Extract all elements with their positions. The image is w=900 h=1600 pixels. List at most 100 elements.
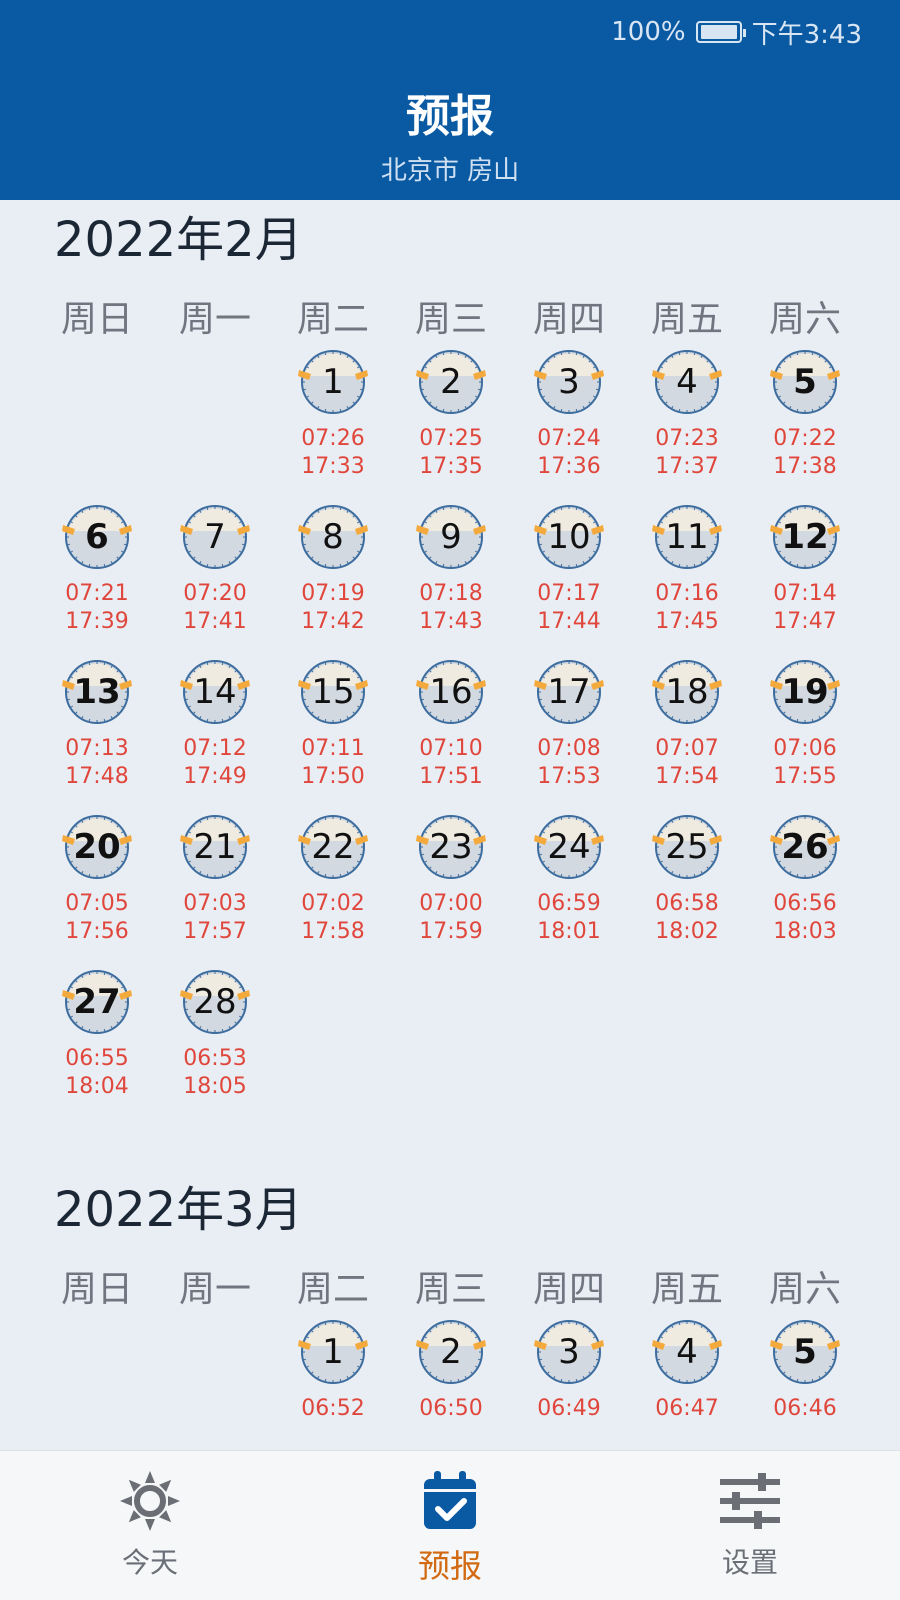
day-cell[interactable]: 16 07:10 17:51 — [392, 660, 510, 810]
day-cell[interactable]: 12 07:14 17:47 — [746, 505, 864, 655]
status-bar: 100% 下午3:43 — [611, 14, 862, 50]
nav-settings[interactable]: 设置 — [650, 1469, 850, 1581]
sunrise-time: 07:26 — [301, 426, 365, 451]
day-cell[interactable]: 1 07:26 17:33 — [274, 350, 392, 500]
day-number: 6 — [85, 517, 109, 557]
day-number: 2 — [440, 1332, 462, 1372]
day-cell[interactable]: 21 07:03 17:57 — [156, 815, 274, 965]
day-cell[interactable]: 14 07:12 17:49 — [156, 660, 274, 810]
day-cell[interactable]: 25 06:58 18:02 — [628, 815, 746, 965]
day-cell[interactable]: 18 07:07 17:54 — [628, 660, 746, 810]
sunrise-time: 06:47 — [655, 1396, 719, 1421]
day-number: 27 — [73, 982, 121, 1022]
day-number: 20 — [73, 827, 121, 867]
day-cell[interactable]: 5 07:22 17:38 — [746, 350, 864, 500]
day-number: 4 — [676, 1332, 698, 1372]
day-number: 14 — [193, 672, 237, 712]
day-cell[interactable]: 10 07:17 17:44 — [510, 505, 628, 655]
day-cell[interactable]: 8 07:19 17:42 — [274, 505, 392, 655]
weekday-label: 周一 — [178, 1269, 251, 1310]
day-cell[interactable]: 24 06:59 18:01 — [510, 815, 628, 965]
sunrise-time: 07:16 — [655, 581, 719, 606]
sunrise-time: 07:00 — [419, 891, 483, 916]
sunset-time: 17:55 — [773, 764, 837, 789]
sunset-time: 17:51 — [419, 764, 483, 789]
sunrise-time: 07:22 — [773, 426, 837, 451]
weekday-label: 周五 — [650, 299, 723, 340]
day-number: 4 — [676, 362, 698, 402]
nav-label: 预报 — [417, 1547, 482, 1585]
day-cell[interactable]: 9 07:18 17:43 — [392, 505, 510, 655]
day-cell[interactable]: 17 07:08 17:53 — [510, 660, 628, 810]
day-cell[interactable]: 2 07:25 17:35 — [392, 350, 510, 500]
day-cell[interactable]: 20 07:05 17:56 — [38, 815, 156, 965]
day-cell[interactable]: 26 06:56 18:03 — [746, 815, 864, 965]
sunset-time: 17:43 — [419, 609, 483, 634]
day-cell[interactable]: 4 06:47 — [628, 1320, 746, 1450]
day-cell[interactable]: 13 07:13 17:48 — [38, 660, 156, 810]
day-cell[interactable]: 6 07:21 17:39 — [38, 505, 156, 655]
day-number: 28 — [193, 982, 237, 1022]
day-number: 22 — [311, 827, 355, 867]
day-cell[interactable]: 15 07:11 17:50 — [274, 660, 392, 810]
day-number: 17 — [547, 672, 591, 712]
day-cell[interactable]: 23 07:00 17:59 — [392, 815, 510, 965]
day-number: 2 — [440, 362, 462, 402]
location-label[interactable]: 北京市 房山 — [0, 150, 900, 187]
day-number: 26 — [781, 827, 829, 867]
sunrise-time: 07:02 — [301, 891, 365, 916]
sunset-time: 17:59 — [419, 919, 483, 944]
sunset-time: 17:35 — [419, 454, 483, 479]
day-number: 23 — [429, 827, 473, 867]
weekday-label: 周五 — [650, 1269, 723, 1310]
sunrise-time: 07:18 — [419, 581, 483, 606]
month-title: 2022年2月 — [54, 212, 303, 268]
day-cell[interactable]: 5 06:46 — [746, 1320, 864, 1450]
weekday-label: 周四 — [532, 1269, 605, 1310]
calendar-scroll[interactable]: 2022年2月 周日 周一 周二 周三 周四 周五 周六 1 07:26 17:33… — [0, 200, 900, 1450]
sunrise-time: 07:07 — [655, 736, 719, 761]
weekday-label: 周三 — [414, 1269, 487, 1310]
sunset-time: 18:04 — [65, 1074, 129, 1099]
weekday-header: 周日 周一 周二 周三 周四 周五 周六 — [38, 290, 864, 342]
sunset-time: 17:42 — [301, 609, 365, 634]
day-cell[interactable]: 3 07:24 17:36 — [510, 350, 628, 500]
day-cell[interactable]: 22 07:02 17:58 — [274, 815, 392, 965]
day-cell[interactable]: 3 06:49 — [510, 1320, 628, 1450]
sunset-time: 17:57 — [183, 919, 247, 944]
sun-icon — [120, 1471, 180, 1531]
day-cell[interactable]: 7 07:20 17:41 — [156, 505, 274, 655]
sunrise-time: 07:05 — [65, 891, 129, 916]
clock: 下午3:43 — [751, 19, 862, 50]
sliders-icon — [720, 1473, 780, 1529]
weekday-label: 周日 — [60, 1269, 133, 1310]
day-number: 12 — [781, 517, 829, 557]
day-cell[interactable]: 1 06:52 — [274, 1320, 392, 1450]
sunset-time: 17:37 — [655, 454, 719, 479]
weekday-label: 周三 — [414, 299, 487, 340]
sunrise-time: 06:56 — [773, 891, 837, 916]
sunrise-time: 06:53 — [183, 1046, 247, 1071]
day-cell[interactable]: 27 06:55 18:04 — [38, 970, 156, 1120]
day-cell[interactable]: 28 06:53 18:05 — [156, 970, 274, 1120]
day-cell[interactable]: 19 07:06 17:55 — [746, 660, 864, 810]
nav-today[interactable]: 今天 — [50, 1469, 250, 1581]
day-number: 19 — [781, 672, 829, 712]
weekday-label: 周六 — [768, 299, 841, 340]
calendar-check-icon — [424, 1471, 476, 1529]
day-cell[interactable]: 2 06:50 — [392, 1320, 510, 1450]
nav-forecast[interactable]: 预报 — [350, 1469, 550, 1587]
weekday-label: 周二 — [296, 299, 369, 340]
nav-label: 设置 — [721, 1546, 778, 1579]
day-number: 10 — [547, 517, 591, 557]
sunrise-time: 07:06 — [773, 736, 837, 761]
day-cell[interactable]: 4 07:23 17:37 — [628, 350, 746, 500]
day-number: 5 — [793, 1332, 817, 1372]
sunrise-time: 07:23 — [655, 426, 719, 451]
bottom-nav: 今天 预报 设置 — [0, 1450, 900, 1600]
sunrise-time: 07:08 — [537, 736, 601, 761]
day-number: 15 — [311, 672, 355, 712]
sunrise-time: 07:17 — [537, 581, 601, 606]
sunrise-time: 06:55 — [65, 1046, 129, 1071]
day-cell[interactable]: 11 07:16 17:45 — [628, 505, 746, 655]
